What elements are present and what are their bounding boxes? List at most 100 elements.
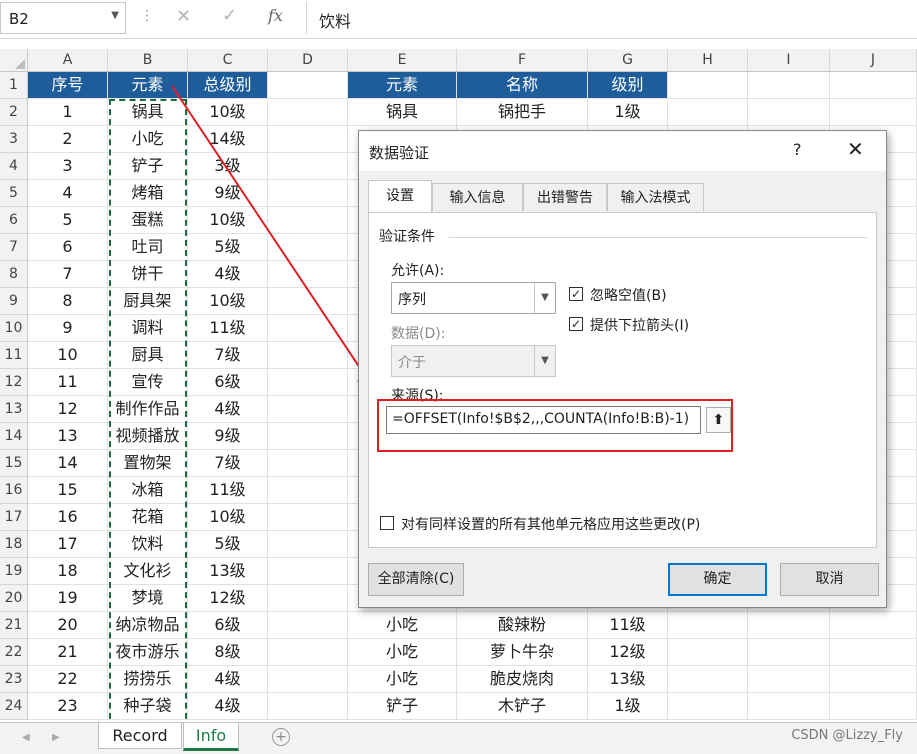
tab-error-alert[interactable]: 出错警告 xyxy=(523,183,607,211)
table-cell[interactable]: 11级 xyxy=(188,477,267,503)
table-cell[interactable]: 锅把手 xyxy=(457,99,587,125)
table-cell[interactable]: 12级 xyxy=(588,639,667,665)
cancel-icon[interactable]: ✕ xyxy=(176,6,191,27)
row-header[interactable]: 1 xyxy=(0,72,27,99)
table-cell[interactable]: 9级 xyxy=(188,180,267,206)
table-cell[interactable]: 锅具 xyxy=(348,99,456,125)
table-cell[interactable]: 1 xyxy=(28,99,107,125)
table-cell[interactable]: 种子袋 xyxy=(108,693,187,719)
table-cell[interactable]: 7级 xyxy=(188,342,267,368)
column-header[interactable]: G xyxy=(588,49,668,71)
table-cell[interactable]: 21 xyxy=(28,639,107,665)
table-cell[interactable]: 吐司 xyxy=(108,234,187,260)
check-icon[interactable]: ✓ xyxy=(222,5,237,26)
table-cell[interactable]: 14 xyxy=(28,450,107,476)
column-header[interactable]: B xyxy=(108,49,188,71)
table-cell[interactable]: 5 xyxy=(28,207,107,233)
table-header-cell[interactable]: 元素 xyxy=(108,72,187,98)
table-cell[interactable]: 小吃 xyxy=(348,639,456,665)
dropdown-label[interactable]: 提供下拉箭头(I) xyxy=(590,315,689,335)
row-header[interactable]: 4 xyxy=(0,153,27,180)
row-header[interactable]: 6 xyxy=(0,207,27,234)
chevron-down-icon[interactable]: ▼ xyxy=(534,283,555,313)
table-cell[interactable]: 调料 xyxy=(108,315,187,341)
table-cell[interactable]: 18 xyxy=(28,558,107,584)
table-cell[interactable]: 小吃 xyxy=(348,612,456,638)
table-cell[interactable]: 16 xyxy=(28,504,107,530)
row-header[interactable]: 17 xyxy=(0,504,27,531)
table-cell[interactable]: 铲子 xyxy=(348,693,456,719)
apply-all-label[interactable]: 对有同样设置的所有其他单元格应用这些更改(P) xyxy=(401,514,700,534)
table-header-cell[interactable]: 级别 xyxy=(588,72,667,98)
table-cell[interactable]: 10级 xyxy=(188,99,267,125)
table-cell[interactable]: 9 xyxy=(28,315,107,341)
table-cell[interactable]: 10级 xyxy=(188,207,267,233)
column-header[interactable]: E xyxy=(348,49,457,71)
table-cell[interactable]: 捞捞乐 xyxy=(108,666,187,692)
tab-input-message[interactable]: 输入信息 xyxy=(432,183,523,211)
ignore-blank-label[interactable]: 忽略空值(B) xyxy=(590,285,667,305)
row-header[interactable]: 10 xyxy=(0,315,27,342)
column-header[interactable]: D xyxy=(268,49,348,71)
table-cell[interactable]: 视频播放 xyxy=(108,423,187,449)
column-header[interactable]: J xyxy=(830,49,917,71)
table-cell[interactable]: 铲子 xyxy=(108,153,187,179)
row-header[interactable]: 7 xyxy=(0,234,27,261)
ok-button[interactable]: 确定 xyxy=(668,563,767,596)
add-sheet-icon[interactable]: + xyxy=(272,728,290,746)
column-header[interactable]: C xyxy=(188,49,268,71)
more-options-icon[interactable]: ⋮ xyxy=(140,8,154,24)
table-cell[interactable]: 饮料 xyxy=(108,531,187,557)
table-cell[interactable]: 锅具 xyxy=(108,99,187,125)
table-cell[interactable]: 梦境 xyxy=(108,585,187,611)
table-cell[interactable]: 12级 xyxy=(188,585,267,611)
table-cell[interactable]: 萝卜牛杂 xyxy=(457,639,587,665)
table-cell[interactable]: 宣传 xyxy=(108,369,187,395)
name-box[interactable]: B2 ▼ xyxy=(0,2,126,34)
table-cell[interactable]: 6 xyxy=(28,234,107,260)
table-cell[interactable]: 木铲子 xyxy=(457,693,587,719)
table-cell[interactable]: 5级 xyxy=(188,234,267,260)
row-header[interactable]: 8 xyxy=(0,261,27,288)
column-header[interactable]: A xyxy=(28,49,108,71)
chevron-down-icon[interactable]: ▼ xyxy=(111,10,119,21)
table-cell[interactable]: 14级 xyxy=(188,126,267,152)
table-cell[interactable]: 8级 xyxy=(188,639,267,665)
row-header[interactable]: 20 xyxy=(0,585,27,612)
table-cell[interactable]: 小吃 xyxy=(348,666,456,692)
table-cell[interactable]: 文化衫 xyxy=(108,558,187,584)
table-cell[interactable]: 7级 xyxy=(188,450,267,476)
table-cell[interactable]: 6级 xyxy=(188,612,267,638)
allow-select[interactable]: 序列 ▼ xyxy=(391,282,556,314)
column-header[interactable]: F xyxy=(457,49,588,71)
table-cell[interactable]: 9级 xyxy=(188,423,267,449)
close-icon[interactable]: ✕ xyxy=(847,137,864,161)
row-header[interactable]: 5 xyxy=(0,180,27,207)
help-icon[interactable]: ? xyxy=(793,140,802,159)
table-cell[interactable]: 3 xyxy=(28,153,107,179)
table-cell[interactable]: 4级 xyxy=(188,396,267,422)
row-header[interactable]: 22 xyxy=(0,639,27,666)
row-header[interactable]: 14 xyxy=(0,423,27,450)
table-cell[interactable]: 23 xyxy=(28,693,107,719)
row-header[interactable]: 13 xyxy=(0,396,27,423)
table-header-cell[interactable]: 总级别 xyxy=(188,72,267,98)
table-cell[interactable]: 12 xyxy=(28,396,107,422)
row-header[interactable]: 18 xyxy=(0,531,27,558)
table-header-cell[interactable]: 名称 xyxy=(457,72,587,98)
table-cell[interactable]: 13级 xyxy=(588,666,667,692)
table-cell[interactable]: 4级 xyxy=(188,666,267,692)
insert-function-icon[interactable]: fx xyxy=(268,6,283,25)
table-cell[interactable]: 1级 xyxy=(588,693,667,719)
row-header[interactable]: 3 xyxy=(0,126,27,153)
dialog-titlebar[interactable]: 数据验证 ? ✕ xyxy=(359,131,886,171)
table-cell[interactable]: 22 xyxy=(28,666,107,692)
table-cell[interactable]: 蛋糕 xyxy=(108,207,187,233)
row-header[interactable]: 9 xyxy=(0,288,27,315)
table-cell[interactable]: 置物架 xyxy=(108,450,187,476)
table-cell[interactable]: 5级 xyxy=(188,531,267,557)
row-header[interactable]: 24 xyxy=(0,693,27,720)
table-header-cell[interactable]: 元素 xyxy=(348,72,456,98)
table-header-cell[interactable]: 序号 xyxy=(28,72,107,98)
tab-settings[interactable]: 设置 xyxy=(368,180,432,213)
